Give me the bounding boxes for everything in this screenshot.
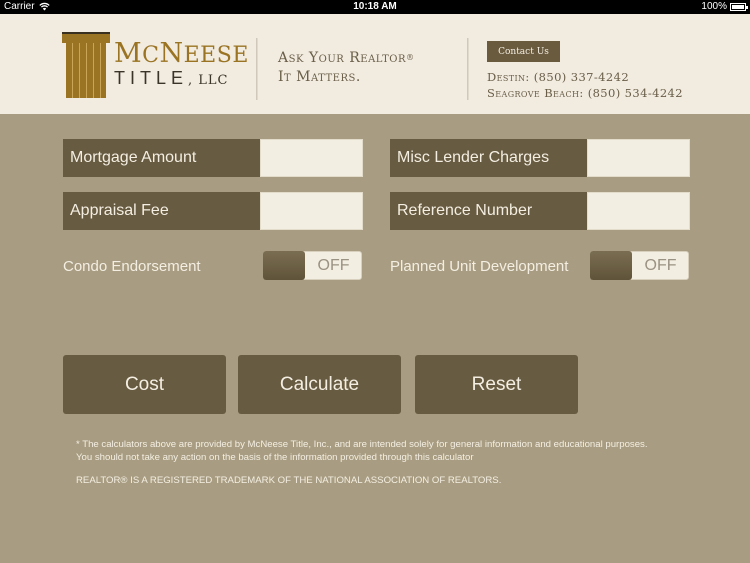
planned-unit-development-row: Planned Unit Development OFF [390, 251, 689, 281]
reference-number-input[interactable] [587, 192, 690, 230]
phone-seagrove-beach[interactable]: Seagrove Beach: (850) 534-4242 [487, 85, 683, 101]
column-logo-icon [62, 32, 110, 100]
header-divider [467, 38, 469, 100]
battery-percent: 100% [701, 1, 727, 12]
misc-lender-charges-input[interactable] [587, 139, 690, 177]
misc-lender-charges-field: Misc Lender Charges [390, 139, 690, 177]
phone-numbers: Destin: (850) 337-4242 Seagrove Beach: (… [487, 69, 683, 101]
field-label: Misc Lender Charges [390, 139, 587, 177]
toggle-knob[interactable] [263, 251, 305, 280]
toggle-knob[interactable] [590, 251, 632, 280]
header-divider [256, 38, 258, 100]
field-label: Reference Number [390, 192, 587, 230]
battery-indicator: 100% [701, 1, 748, 12]
mortgage-amount-field: Mortgage Amount [63, 139, 363, 177]
toggle-label: Condo Endorsement [63, 257, 201, 275]
trademark-notice: REALTOR® IS A REGISTERED TRADEMARK OF TH… [76, 475, 502, 486]
mcneese-title-logo: MCNEESE TITLE, LLC [62, 32, 248, 102]
logo-company-name: MCNEESE [114, 38, 249, 69]
reference-number-field: Reference Number [390, 192, 690, 230]
field-label: Appraisal Fee [63, 192, 260, 230]
field-label: Mortgage Amount [63, 139, 260, 177]
mortgage-amount-input[interactable] [260, 139, 363, 177]
contact-us-button[interactable]: Contact Us [487, 41, 560, 62]
status-bar: Carrier 10:18 AM 100% [0, 0, 750, 14]
toggle-state: OFF [317, 256, 350, 274]
reset-button[interactable]: Reset [415, 355, 578, 414]
condo-endorsement-row: Condo Endorsement OFF [63, 251, 362, 281]
tagline: Ask Your Realtor® It Matters. [278, 50, 415, 85]
planned-unit-development-toggle[interactable]: OFF [590, 251, 689, 280]
app-header: MCNEESE TITLE, LLC Ask Your Realtor® It … [0, 14, 750, 114]
condo-endorsement-toggle[interactable]: OFF [263, 251, 362, 280]
toggle-label: Planned Unit Development [390, 257, 569, 275]
logo-subtitle: TITLE, LLC [114, 68, 229, 88]
clock: 10:18 AM [353, 1, 397, 12]
toggle-state: OFF [644, 256, 677, 274]
appraisal-fee-field: Appraisal Fee [63, 192, 363, 230]
cost-button[interactable]: Cost [63, 355, 226, 414]
disclaimer-text: * The calculators above are provided by … [76, 439, 648, 463]
calculate-button[interactable]: Calculate [238, 355, 401, 414]
appraisal-fee-input[interactable] [260, 192, 363, 230]
phone-destin[interactable]: Destin: (850) 337-4242 [487, 69, 683, 85]
battery-icon [730, 2, 748, 11]
